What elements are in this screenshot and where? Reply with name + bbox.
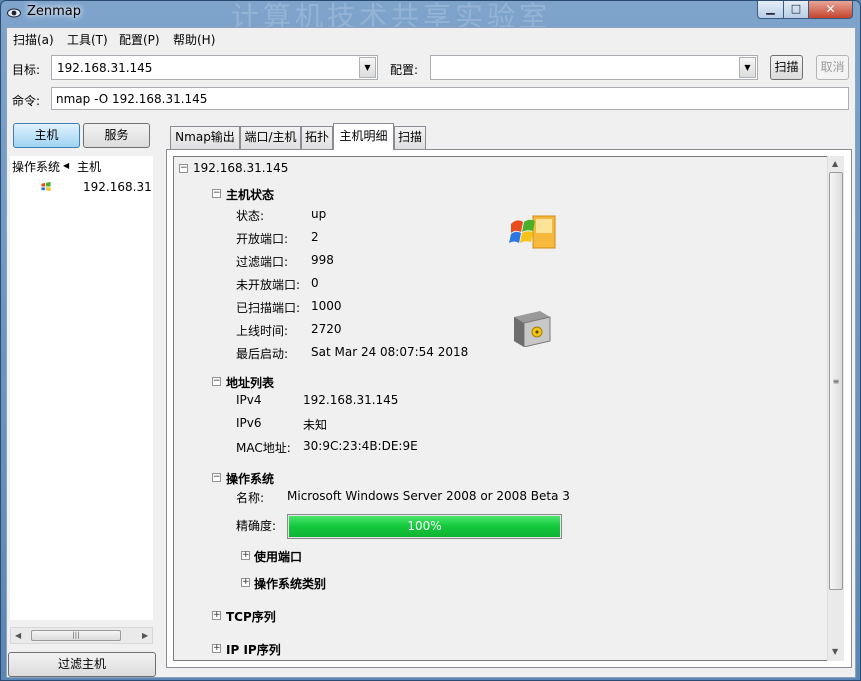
profile-label: 配置: xyxy=(390,63,419,77)
mac-label: MAC地址: xyxy=(236,441,291,455)
client-area: 扫描(a) 工具(T) 配置(P) 帮助(H) 目标: 192.168.31.1… xyxy=(6,27,856,678)
hosts-toggle-button[interactable]: 主机 xyxy=(13,123,80,148)
accuracy-text: 100% xyxy=(407,519,442,533)
scroll-right-icon[interactable]: ▶ xyxy=(142,631,148,640)
tab-host-details[interactable]: 主机明细 xyxy=(333,123,394,150)
expand-icon[interactable]: + xyxy=(212,611,221,620)
status-value: up xyxy=(311,207,327,221)
windows-flag-icon xyxy=(41,181,51,192)
title-bar[interactable]: Zenmap 计算机技术共享实验室 ▁ □ ✕ xyxy=(1,0,860,33)
scrollbar-thumb[interactable]: ≡ xyxy=(829,172,843,590)
maximize-icon: □ xyxy=(790,2,802,15)
scroll-down-icon[interactable]: ▼ xyxy=(832,647,838,656)
scanned-ports-value: 1000 xyxy=(311,299,342,313)
column-header-os[interactable]: 操作系统 xyxy=(12,158,60,175)
ipv6-label: IPv6 xyxy=(236,416,262,430)
menu-bar: 扫描(a) 工具(T) 配置(P) 帮助(H) xyxy=(7,28,855,49)
tab-ports-hosts[interactable]: 端口/主机 xyxy=(240,126,301,149)
open-ports-label: 开放端口: xyxy=(236,232,289,246)
os-heading: 操作系统 xyxy=(226,472,275,486)
dropdown-arrow-icon[interactable]: ▼ xyxy=(359,57,376,78)
command-input[interactable]: nmap -O 192.168.31.145 xyxy=(51,87,849,110)
command-label: 命令: xyxy=(12,94,41,108)
ipv4-value: 192.168.31.145 xyxy=(303,393,399,407)
scroll-up-icon[interactable]: ▲ xyxy=(832,159,838,168)
uptime-label: 上线时间: xyxy=(236,324,289,338)
sort-arrow-icon: ◀ xyxy=(63,161,70,170)
host-list: 操作系统 ◀ 主机 192.168.31.1 xyxy=(10,156,153,620)
os-name-label: 名称: xyxy=(236,491,265,505)
uptime-value: 2720 xyxy=(311,322,342,336)
host-list-horizontal-scrollbar[interactable]: ◀ ||| ▶ xyxy=(10,627,153,644)
filtered-ports-label: 过滤端口: xyxy=(236,255,289,269)
last-boot-value: Sat Mar 24 08:07:54 2018 xyxy=(311,345,469,359)
os-class-heading[interactable]: 操作系统类别 xyxy=(254,575,326,592)
menu-scan[interactable]: 扫描(a) xyxy=(13,31,54,48)
ip-sequence-heading[interactable]: IP IP序列 xyxy=(226,641,281,658)
command-value: nmap -O 192.168.31.145 xyxy=(56,92,208,106)
ipv4-label: IPv4 xyxy=(236,393,262,407)
expand-icon[interactable]: + xyxy=(241,551,250,560)
tab-nmap-output[interactable]: Nmap输出 xyxy=(170,126,240,149)
tab-topology[interactable]: 拓扑 xyxy=(301,126,333,149)
filtered-ports-value: 998 xyxy=(311,253,334,267)
tab-scans[interactable]: 扫描 xyxy=(394,126,426,149)
scanned-ports-label: 已扫描端口: xyxy=(236,301,301,315)
accuracy-label: 精确度: xyxy=(236,519,277,533)
ipv6-value: 未知 xyxy=(303,418,328,432)
cancel-button[interactable]: 取消 xyxy=(816,55,849,80)
accuracy-progress-bar: 100% xyxy=(287,514,562,539)
expand-icon[interactable]: + xyxy=(241,578,250,587)
host-details-tree: − 192.168.31.145 − 主机状态 状态: up 开放端口: 2 过… xyxy=(173,156,829,661)
target-label: 目标: xyxy=(12,63,41,77)
details-vertical-scrollbar[interactable]: ▲ ≡ ▼ xyxy=(827,156,844,661)
host-list-item[interactable]: 192.168.31.1 xyxy=(10,178,153,196)
target-value: 192.168.31.145 xyxy=(57,61,153,75)
collapse-icon[interactable]: − xyxy=(212,189,221,198)
minimize-icon: ▁ xyxy=(766,2,775,15)
maximize-button[interactable]: □ xyxy=(783,1,809,19)
host-address: 192.168.31.1 xyxy=(83,180,153,194)
scroll-left-icon[interactable]: ◀ xyxy=(15,631,21,640)
minimize-button[interactable]: ▁ xyxy=(757,1,784,19)
windows-flag-icon xyxy=(509,215,556,249)
window-title: Zenmap xyxy=(27,4,82,19)
expand-icon[interactable]: + xyxy=(212,644,221,653)
services-toggle-button[interactable]: 服务 xyxy=(83,123,150,148)
collapse-icon[interactable]: − xyxy=(212,377,221,386)
zenmap-eye-icon xyxy=(7,8,21,18)
mac-value: 30:9C:23:4B:DE:9E xyxy=(303,439,418,453)
close-button[interactable]: ✕ xyxy=(808,1,853,19)
collapse-icon[interactable]: − xyxy=(179,164,188,173)
menu-help[interactable]: 帮助(H) xyxy=(173,31,215,48)
last-boot-label: 最后启动: xyxy=(236,347,289,361)
ports-used-heading[interactable]: 使用端口 xyxy=(254,548,302,565)
closed-ports-value: 0 xyxy=(311,276,319,290)
tcp-sequence-heading[interactable]: TCP序列 xyxy=(226,608,276,625)
filter-hosts-button[interactable]: 过滤主机 xyxy=(8,652,156,677)
host-details-panel: − 192.168.31.145 − 主机状态 状态: up 开放端口: 2 过… xyxy=(166,149,852,668)
target-combo[interactable]: 192.168.31.145 ▼ xyxy=(51,55,378,80)
collapse-icon[interactable]: − xyxy=(212,473,221,482)
os-name-value: Microsoft Windows Server 2008 or 2008 Be… xyxy=(287,489,570,503)
dropdown-arrow-icon[interactable]: ▼ xyxy=(739,57,756,78)
profile-combo[interactable]: ▼ xyxy=(430,55,758,80)
scrollbar-thumb[interactable]: ||| xyxy=(31,630,121,641)
scan-button[interactable]: 扫描 xyxy=(770,55,803,80)
zenmap-window: Zenmap 计算机技术共享实验室 ▁ □ ✕ 扫描(a) 工具(T) 配置(P… xyxy=(0,0,861,681)
status-label: 状态: xyxy=(236,209,265,223)
column-header-host[interactable]: 主机 xyxy=(77,158,101,175)
open-ports-value: 2 xyxy=(311,230,319,244)
close-icon: ✕ xyxy=(825,2,836,16)
closed-ports-label: 未开放端口: xyxy=(236,278,301,292)
safe-vault-icon xyxy=(514,311,551,347)
addresses-heading: 地址列表 xyxy=(226,376,275,390)
menu-tools[interactable]: 工具(T) xyxy=(67,31,108,48)
host-heading: 192.168.31.145 xyxy=(193,161,289,175)
host-status-heading: 主机状态 xyxy=(226,188,275,202)
menu-profile[interactable]: 配置(P) xyxy=(119,31,160,48)
